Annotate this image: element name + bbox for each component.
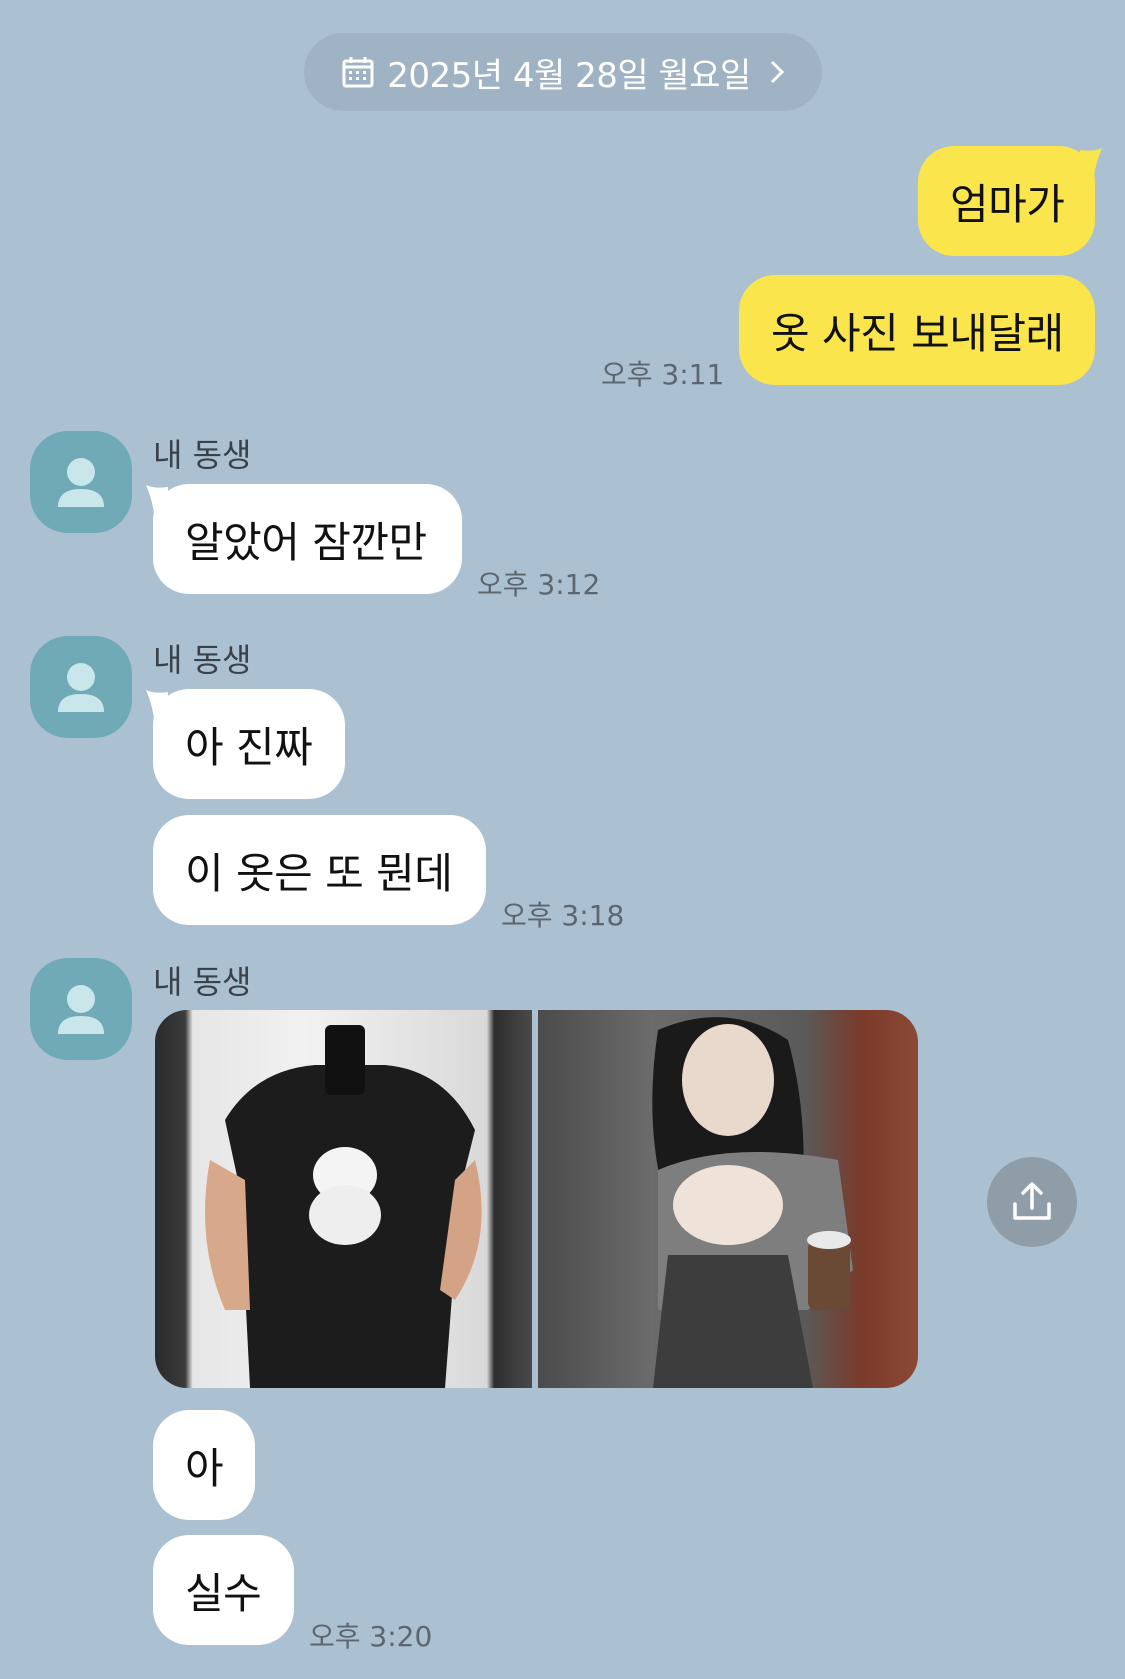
shared-photo-left[interactable] [155, 1010, 532, 1388]
avatar[interactable] [30, 636, 132, 738]
person-icon [58, 985, 104, 1034]
message-text: 실수 [185, 1568, 262, 1618]
their-message-bubble[interactable]: 실수 [153, 1535, 294, 1645]
message-text: 이 옷은 또 뭔데 [185, 848, 453, 898]
sender-name: 내 동생 [153, 436, 252, 474]
avatar[interactable] [30, 431, 132, 533]
message-time: 오후 3:12 [477, 568, 601, 601]
sender-name: 내 동생 [153, 963, 252, 1001]
person-icon [58, 458, 104, 507]
date-label: 2025년 4월 28일 월요일 [387, 55, 751, 96]
photo-illustration [205, 1025, 482, 1388]
message-text: 엄마가 [950, 179, 1065, 229]
message-text: 아 [185, 1443, 224, 1493]
message-time: 오후 3:20 [309, 1620, 433, 1653]
message-text: 아 진짜 [185, 722, 313, 772]
their-message-bubble[interactable]: 이 옷은 또 뭔데 [153, 815, 486, 925]
sender-name: 내 동생 [153, 641, 252, 679]
message-time: 오후 3:18 [501, 899, 625, 932]
share-button[interactable] [987, 1157, 1077, 1247]
their-message-bubble[interactable]: 알았어 잠깐만 [153, 484, 462, 594]
my-message-bubble[interactable]: 옷 사진 보내달래 [739, 275, 1095, 385]
message-text: 알았어 잠깐만 [185, 517, 427, 567]
their-message-bubble[interactable]: 아 [153, 1410, 255, 1520]
calendar-icon [341, 55, 375, 89]
upload-share-icon [1013, 1182, 1051, 1220]
photo-illustration [652, 1017, 853, 1388]
person-icon [58, 663, 104, 712]
avatar[interactable] [30, 958, 132, 1060]
chevron-right-icon [769, 59, 785, 85]
shared-photo-right[interactable] [538, 1010, 918, 1388]
message-time: 오후 3:11 [601, 358, 725, 391]
message-text: 옷 사진 보내달래 [771, 308, 1064, 358]
their-message-bubble[interactable]: 아 진짜 [153, 689, 345, 799]
bubble-tail [1080, 148, 1102, 176]
date-header[interactable]: 2025년 4월 28일 월요일 [304, 33, 822, 111]
my-message-bubble[interactable]: 엄마가 [918, 146, 1095, 256]
